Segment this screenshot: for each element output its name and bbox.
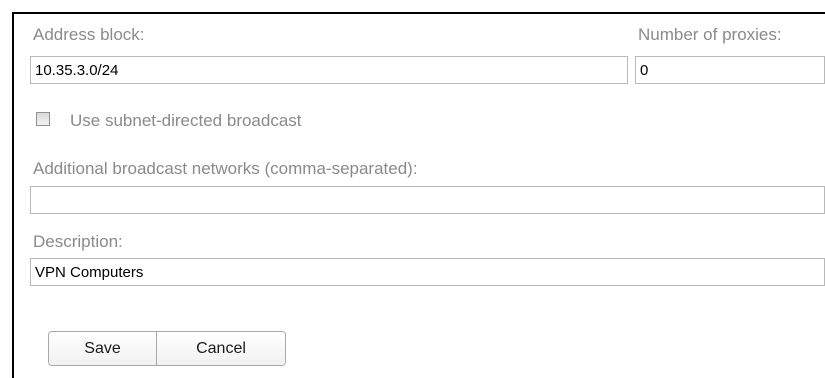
number-of-proxies-input[interactable] [635, 56, 825, 84]
description-input[interactable] [30, 258, 825, 286]
number-of-proxies-label: Number of proxies: [638, 25, 782, 44]
subnet-broadcast-label[interactable]: Use subnet-directed broadcast [70, 111, 302, 131]
save-button[interactable]: Save [49, 332, 157, 365]
address-block-label: Address block: [33, 25, 145, 44]
additional-broadcast-label: Additional broadcast networks (comma-sep… [33, 159, 418, 178]
subnet-broadcast-checkbox[interactable] [36, 112, 50, 126]
cancel-button[interactable]: Cancel [157, 332, 285, 365]
description-label: Description: [33, 232, 123, 251]
additional-broadcast-input[interactable] [30, 186, 825, 214]
form-actions: Save Cancel [48, 331, 286, 366]
address-block-input[interactable] [30, 56, 628, 84]
